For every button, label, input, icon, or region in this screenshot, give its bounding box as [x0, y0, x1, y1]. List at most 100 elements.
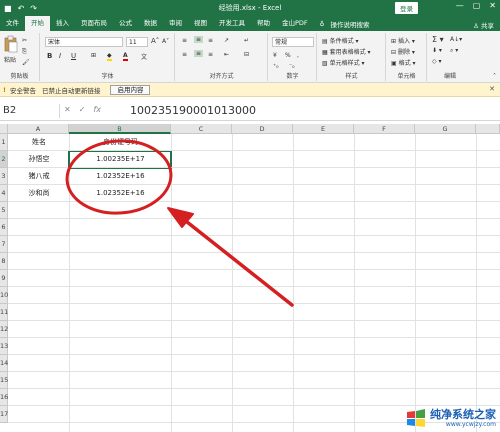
- enable-content-button[interactable]: 启用内容: [110, 84, 151, 95]
- conditional-format-button[interactable]: ▤ 条件格式 ▾: [322, 36, 359, 45]
- align-bottom-icon[interactable]: ≡: [208, 37, 213, 44]
- orientation-icon[interactable]: ↗: [224, 37, 229, 44]
- insert-function-icon[interactable]: fx: [93, 105, 101, 114]
- cut-icon[interactable]: ✂: [22, 37, 27, 44]
- row-header[interactable]: 4: [0, 185, 8, 202]
- comma-button[interactable]: ,: [297, 52, 299, 59]
- row-header[interactable]: 9: [0, 270, 8, 287]
- row-header[interactable]: 13: [0, 338, 8, 355]
- name-box[interactable]: B2: [0, 104, 60, 118]
- row-header[interactable]: 10: [0, 287, 8, 304]
- cell-a4[interactable]: 沙和尚: [9, 185, 69, 202]
- fill-icon[interactable]: ⬇ ▾: [432, 47, 442, 54]
- copy-icon[interactable]: ⎘: [22, 48, 27, 56]
- tab-review[interactable]: 审阅: [163, 16, 188, 31]
- close-button[interactable]: ✕: [489, 1, 496, 10]
- column-header-a[interactable]: A: [8, 124, 69, 134]
- tab-view[interactable]: 视图: [188, 16, 213, 31]
- tab-formulas[interactable]: 公式: [113, 16, 138, 31]
- autosum-button[interactable]: Σ ▾: [432, 35, 444, 44]
- tab-home[interactable]: 开始: [25, 16, 50, 31]
- align-middle-icon[interactable]: ≡: [194, 36, 204, 43]
- delete-cells-button[interactable]: ⊟ 删除 ▾: [391, 47, 415, 56]
- shrink-font-button[interactable]: A˅: [162, 38, 169, 45]
- close-icon[interactable]: ✕: [489, 85, 495, 93]
- phonetic-button[interactable]: 文: [141, 52, 147, 61]
- cell-a3[interactable]: 猪八戒: [9, 168, 69, 185]
- column-header-c[interactable]: C: [171, 124, 232, 134]
- underline-button[interactable]: U: [71, 52, 76, 60]
- save-icon[interactable]: ■: [4, 4, 12, 13]
- percent-button[interactable]: %: [285, 52, 291, 59]
- login-button[interactable]: 登录: [395, 2, 418, 14]
- minimize-button[interactable]: —: [456, 1, 464, 10]
- merge-center-icon[interactable]: ⊟: [244, 51, 249, 58]
- grow-font-button[interactable]: A˄: [151, 37, 159, 45]
- font-color-icon[interactable]: A: [123, 52, 128, 61]
- cell-styles-button[interactable]: ▧ 单元格样式 ▾: [322, 58, 365, 67]
- cell-a1[interactable]: 姓名: [9, 134, 69, 151]
- border-icon[interactable]: ⊞: [91, 52, 96, 59]
- column-header-f[interactable]: F: [354, 124, 415, 134]
- sort-filter-icon[interactable]: A↓▾: [450, 36, 462, 43]
- column-header-h[interactable]: [476, 124, 500, 134]
- collapse-ribbon-icon[interactable]: ˄: [493, 73, 496, 80]
- clear-icon[interactable]: ◇ ▾: [432, 58, 442, 65]
- cell-b4[interactable]: 1.02352E+16: [70, 185, 171, 202]
- fill-color-icon[interactable]: ◆: [107, 52, 112, 61]
- row-header[interactable]: 14: [0, 355, 8, 372]
- italic-button[interactable]: I: [59, 52, 61, 60]
- font-name-select[interactable]: 宋体: [45, 37, 123, 47]
- decrease-decimal-icon[interactable]: ⁻₀: [289, 63, 295, 70]
- redo-icon[interactable]: ↷: [30, 4, 37, 13]
- indent-icon[interactable]: ⇤: [224, 51, 229, 58]
- formula-input[interactable]: 100235190001013000: [130, 104, 256, 118]
- cell-a2[interactable]: 孙悟空: [9, 151, 69, 168]
- row-header[interactable]: 12: [0, 321, 8, 338]
- find-select-icon[interactable]: ⌕ ▾: [450, 47, 458, 55]
- formula-cancel-icon[interactable]: ✕: [64, 105, 71, 114]
- font-size-select[interactable]: 11: [126, 37, 148, 47]
- cell-b1[interactable]: 身份证号码: [70, 134, 171, 151]
- formula-enter-icon[interactable]: ✓: [79, 105, 86, 114]
- format-cells-button[interactable]: ▣ 格式 ▾: [391, 58, 416, 67]
- align-top-icon[interactable]: ≡: [182, 37, 187, 44]
- row-header[interactable]: 2: [0, 151, 8, 168]
- row-header[interactable]: 15: [0, 372, 8, 389]
- row-header[interactable]: 8: [0, 253, 8, 270]
- tab-developer[interactable]: 开发工具: [213, 16, 251, 31]
- column-header-e[interactable]: E: [293, 124, 354, 134]
- increase-decimal-icon[interactable]: ⁺₀: [273, 63, 279, 70]
- tab-help[interactable]: 帮助: [251, 16, 276, 31]
- worksheet-grid[interactable]: A B C D E F G 1 2 3 4 5 6 7 8 9 10 11 12 13 14 15 16 17 …: [0, 124, 500, 432]
- currency-icon[interactable]: ¥: [273, 52, 277, 59]
- restore-button[interactable]: ▢: [473, 1, 481, 10]
- tab-insert[interactable]: 插入: [50, 16, 75, 31]
- tab-wps-pdf[interactable]: 金山PDF: [276, 16, 314, 31]
- format-painter-icon[interactable]: 🖌: [22, 59, 30, 66]
- row-header[interactable]: 5: [0, 202, 8, 219]
- row-header[interactable]: 6: [0, 219, 8, 236]
- paste-button[interactable]: 粘贴: [4, 35, 18, 64]
- column-header-g[interactable]: G: [415, 124, 476, 134]
- undo-icon[interactable]: ↶: [18, 4, 25, 13]
- select-all-button[interactable]: [0, 124, 8, 134]
- wrap-text-icon[interactable]: ↵: [244, 37, 249, 44]
- tell-me-search[interactable]: 操作说明搜索: [330, 19, 369, 29]
- tab-file[interactable]: 文件: [0, 16, 25, 31]
- share-button[interactable]: ♙ 共享: [473, 20, 494, 30]
- tab-page-layout[interactable]: 页面布局: [75, 16, 113, 31]
- align-left-icon[interactable]: ≡: [182, 51, 187, 58]
- column-header-b[interactable]: B: [69, 124, 171, 134]
- number-format-select[interactable]: 常规: [272, 37, 314, 47]
- align-right-icon[interactable]: ≡: [208, 51, 213, 58]
- format-as-table-button[interactable]: ▦ 套用表格格式 ▾: [322, 47, 371, 56]
- insert-cells-button[interactable]: ⊞ 插入 ▾: [391, 36, 415, 45]
- align-center-icon[interactable]: ≡: [194, 50, 204, 57]
- row-header[interactable]: 1: [0, 134, 8, 151]
- row-header[interactable]: 7: [0, 236, 8, 253]
- row-header[interactable]: 17: [0, 406, 8, 423]
- row-header[interactable]: 11: [0, 304, 8, 321]
- column-header-d[interactable]: D: [232, 124, 293, 134]
- row-header[interactable]: 16: [0, 389, 8, 406]
